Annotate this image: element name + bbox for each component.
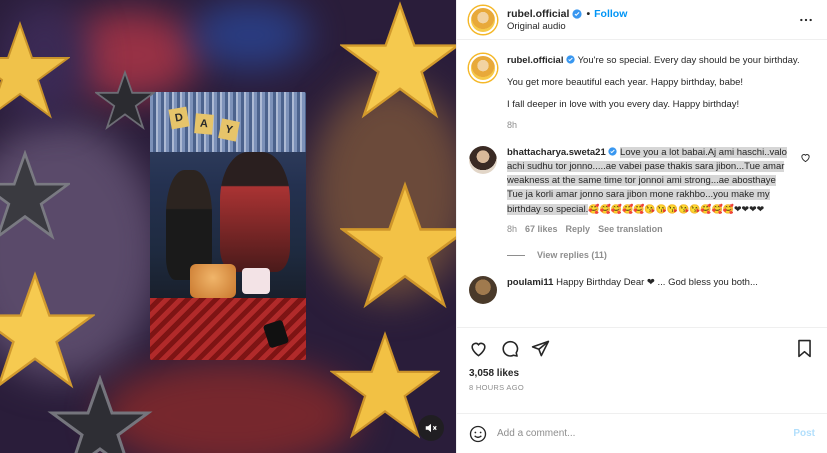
post-media[interactable]: D A Y [0, 0, 456, 453]
reply-button[interactable]: Reply [566, 222, 591, 236]
gold-star-balloon [0, 271, 95, 389]
save-bookmark-icon[interactable] [796, 339, 813, 358]
emoji-smiley-icon[interactable] [469, 425, 487, 443]
silver-star-balloon [47, 375, 153, 453]
replies-divider [507, 254, 525, 256]
add-comment-bar: Post [457, 413, 827, 453]
silver-star-balloon [95, 70, 155, 130]
post-details-panel: rubel.official • Follow Original audio r… [456, 0, 827, 453]
like-heart-icon[interactable] [469, 339, 488, 358]
caption-text: You get more beautiful each year. Happy … [507, 77, 744, 88]
comment-bubble-icon[interactable] [500, 339, 519, 358]
commenter-username[interactable]: poulami11 [507, 277, 553, 288]
caption-text: I fall deeper in love with you every day… [507, 99, 740, 110]
commenter-avatar[interactable] [469, 276, 497, 304]
commenter-avatar[interactable] [469, 146, 497, 174]
comment-likes[interactable]: 67 likes [525, 222, 558, 236]
caption-timestamp: 8h [507, 120, 518, 130]
view-replies-label[interactable]: View replies (11) [537, 250, 607, 260]
share-send-icon[interactable] [531, 339, 550, 358]
speaker-muted-icon [425, 423, 437, 433]
comment-input[interactable] [497, 428, 794, 439]
comments-list[interactable]: rubel.official You're so special. Every … [457, 40, 827, 327]
post-header: rubel.official • Follow Original audio [457, 0, 827, 40]
verified-badge-icon [572, 8, 583, 19]
gold-star-balloon [340, 1, 456, 119]
person-man [220, 152, 290, 272]
comment-text: Happy Birthday Dear ❤ ... God bless you … [556, 277, 758, 288]
caption: rubel.official You're so special. Every … [469, 54, 815, 132]
verified-badge-icon [608, 147, 618, 156]
post-actions: 3,058 likes 8 HOURS AGO [457, 327, 827, 413]
birthday-cake [190, 264, 236, 298]
gold-star-balloon [0, 20, 70, 119]
silver-star-balloon [0, 150, 70, 240]
commenter-username[interactable]: bhattacharya.sweta21 [507, 147, 606, 158]
more-options-icon[interactable] [799, 13, 813, 27]
birthday-photo: D A Y [150, 92, 306, 360]
small-cake [242, 268, 270, 294]
author-avatar[interactable] [469, 5, 497, 34]
audio-label[interactable]: Original audio [507, 21, 627, 32]
caption-avatar[interactable] [469, 54, 497, 82]
caption-username[interactable]: rubel.official [507, 55, 563, 66]
banner-letter: A [194, 113, 214, 135]
comment-timestamp: 8h [507, 224, 518, 234]
author-username[interactable]: rubel.official [507, 8, 569, 20]
verified-badge-icon [566, 55, 575, 64]
view-replies-button[interactable]: View replies (11) [507, 250, 815, 260]
comment-emojis: 🥰🥰🥰🥰🥰😘😘😘😘😘🥰🥰🥰❤❤❤❤ [588, 204, 765, 214]
bokeh-blob [190, 0, 310, 70]
follow-button[interactable]: Follow [594, 8, 627, 20]
gold-star-balloon [340, 181, 456, 309]
caption-text: You're so special. Every day should be y… [577, 55, 800, 66]
instagram-post-view: D A Y rubel.official • Follow Original a… [0, 0, 827, 453]
separator-dot: • [586, 7, 591, 20]
comment: bhattacharya.sweta21 Love you a lot baba… [469, 146, 815, 236]
banner-letter: D [168, 106, 190, 130]
post-comment-button[interactable]: Post [793, 428, 815, 439]
mute-button[interactable] [418, 415, 444, 441]
post-like-count[interactable]: 3,058 likes [469, 368, 815, 379]
comment-like-heart-icon[interactable] [800, 152, 811, 163]
post-timestamp: 8 HOURS AGO [469, 383, 524, 392]
comment: poulami11 Happy Birthday Dear ❤ ... God … [469, 276, 815, 304]
see-translation-button[interactable]: See translation [598, 222, 663, 236]
